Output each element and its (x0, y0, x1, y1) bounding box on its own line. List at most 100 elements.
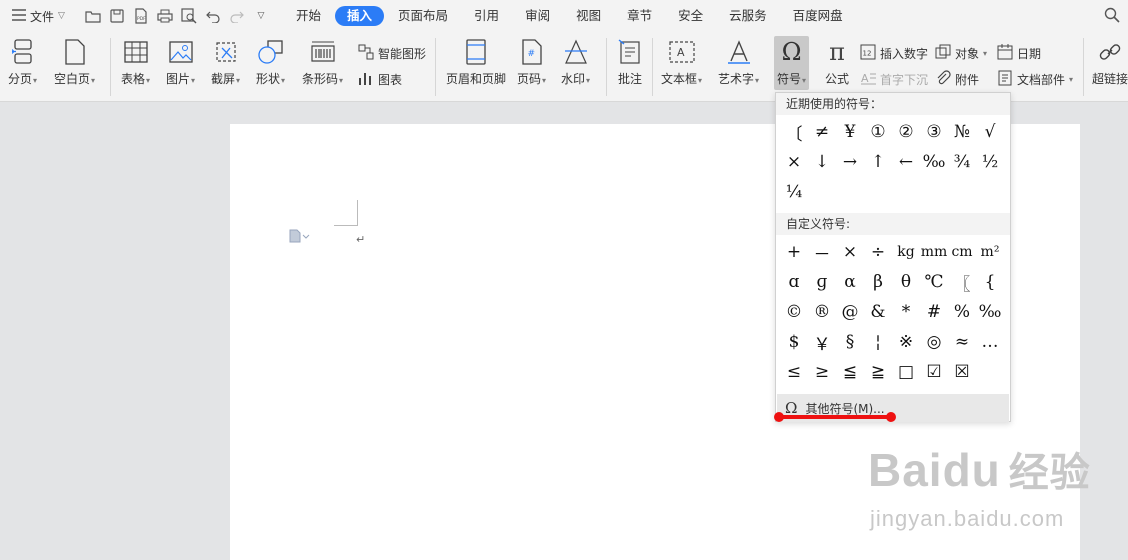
custom-symbol-cell[interactable]: $ (780, 327, 808, 357)
custom-symbol-cell[interactable]: © (780, 297, 808, 327)
custom-symbol-cell[interactable]: ≤ (780, 357, 808, 387)
custom-symbol-cell[interactable]: ¦ (864, 327, 892, 357)
hyperlink-button[interactable]: 超链接 (1092, 38, 1128, 87)
tab-page-layout[interactable]: 页面布局 (386, 6, 460, 26)
custom-symbol-cell[interactable]: * (892, 297, 920, 327)
custom-symbol-cell[interactable]: □ (892, 357, 920, 387)
formula-button[interactable]: π 公式 (823, 38, 851, 87)
tab-review[interactable]: 审阅 (513, 6, 562, 26)
custom-symbol-cell[interactable]: mm (920, 237, 948, 267)
export-pdf-icon[interactable]: PDF (132, 7, 150, 25)
recent-symbol-cell[interactable]: ③ (920, 117, 948, 147)
custom-symbol-cell[interactable]: β (864, 267, 892, 297)
recent-symbol-cell[interactable]: ≠ (808, 117, 836, 147)
custom-symbol-cell[interactable]: ℃ (920, 267, 948, 297)
barcode-button[interactable]: 条形码▾ (302, 38, 343, 87)
custom-symbol-cell[interactable]: － (808, 237, 836, 267)
paragraph-layout-icon[interactable] (288, 229, 310, 246)
tab-home[interactable]: 开始 (284, 6, 333, 26)
tab-section[interactable]: 章节 (615, 6, 664, 26)
custom-symbol-cell[interactable]: ￥ (808, 327, 836, 357)
header-footer-button[interactable]: 页眉和页脚 (446, 38, 506, 87)
drop-cap-button[interactable]: A 首字下沉 (860, 70, 928, 89)
custom-symbol-cell[interactable]: α (836, 267, 864, 297)
custom-symbol-cell[interactable]: @ (836, 297, 864, 327)
tab-references[interactable]: 引用 (462, 6, 511, 26)
search-icon[interactable] (1104, 7, 1122, 25)
picture-button[interactable]: 图片▾ (166, 38, 195, 87)
recent-symbol-cell[interactable]: ‰ (920, 147, 948, 177)
tab-view[interactable]: 视图 (564, 6, 613, 26)
object-button[interactable]: 对象 ▾ (935, 44, 987, 63)
watermark-button[interactable]: 水印▾ (561, 38, 590, 87)
undo-icon[interactable] (204, 7, 222, 25)
recent-symbol-cell[interactable]: √ (976, 117, 1004, 147)
custom-symbol-cell[interactable]: ɡ (808, 267, 836, 297)
custom-symbol-cell[interactable]: 〖 (948, 267, 976, 297)
custom-symbol-cell[interactable]: ☒ (948, 357, 976, 387)
recent-symbol-cell[interactable]: × (780, 147, 808, 177)
smart-art-button[interactable]: 智能图形 (358, 44, 426, 63)
custom-symbol-cell[interactable]: m² (976, 237, 1004, 267)
custom-symbol-cell[interactable]: cm (948, 237, 976, 267)
custom-symbol-cell[interactable]: ɑ (780, 267, 808, 297)
recent-symbol-cell[interactable]: ¼ (780, 177, 808, 207)
recent-symbol-cell[interactable]: 〔 (780, 117, 808, 147)
symbol-button[interactable]: Ω 符号▾ (774, 36, 810, 90)
recent-symbol-cell[interactable]: ↓ (808, 147, 836, 177)
recent-symbol-cell[interactable]: № (948, 117, 976, 147)
page-number-button[interactable]: # 页码▾ (517, 38, 546, 87)
recent-symbol-cell[interactable]: ½ (976, 147, 1004, 177)
page-break-button[interactable]: 分页▾ (8, 38, 37, 87)
custom-symbol-cell[interactable]: ≧ (864, 357, 892, 387)
recent-symbol-cell[interactable]: → (836, 147, 864, 177)
table-button[interactable]: 表格▾ (121, 38, 150, 87)
recent-symbol-cell[interactable]: ¾ (948, 147, 976, 177)
custom-symbol-cell[interactable]: ☑ (920, 357, 948, 387)
custom-symbol-cell[interactable]: # (920, 297, 948, 327)
custom-symbol-cell[interactable]: ※ (892, 327, 920, 357)
recent-symbol-cell[interactable]: ← (892, 147, 920, 177)
custom-symbol-cell[interactable]: … (976, 327, 1004, 357)
print-preview-icon[interactable] (180, 7, 198, 25)
redo-icon[interactable] (228, 7, 246, 25)
recent-symbol-cell[interactable]: ¥ (836, 117, 864, 147)
tab-baidu-netdisk[interactable]: 百度网盘 (781, 6, 855, 26)
file-menu[interactable]: 文件 ▽ (0, 8, 84, 25)
tab-cloud-service[interactable]: 云服务 (717, 6, 779, 26)
date-button[interactable]: 日期 (997, 44, 1041, 63)
custom-symbol-cell[interactable]: § (836, 327, 864, 357)
comment-button[interactable]: 批注 (616, 38, 644, 87)
insert-number-button[interactable]: 12 插入数字 (860, 44, 928, 63)
recent-symbol-cell[interactable]: ① (864, 117, 892, 147)
blank-page-button[interactable]: 空白页▾ (54, 38, 95, 87)
custom-symbol-cell[interactable]: ® (808, 297, 836, 327)
custom-symbol-cell[interactable]: { (976, 267, 1004, 297)
custom-symbol-cell[interactable]: ‰ (976, 297, 1004, 327)
custom-symbol-cell[interactable]: + (780, 237, 808, 267)
print-icon[interactable] (156, 7, 174, 25)
custom-symbol-cell[interactable]: ◎ (920, 327, 948, 357)
custom-symbol-cell[interactable]: ≈ (948, 327, 976, 357)
custom-symbol-cell[interactable]: & (864, 297, 892, 327)
custom-symbol-cell[interactable]: θ (892, 267, 920, 297)
chart-button[interactable]: 图表 (358, 70, 402, 89)
customize-toolbar-icon[interactable]: ▽ (252, 7, 270, 25)
shapes-button[interactable]: 形状▾ (256, 38, 285, 87)
screenshot-button[interactable]: 截屏▾ (211, 38, 240, 87)
doc-parts-button[interactable]: 文档部件 ▾ (997, 70, 1073, 89)
custom-symbol-cell[interactable]: × (836, 237, 864, 267)
wordart-button[interactable]: 艺术字▾ (718, 38, 759, 87)
save-icon[interactable] (108, 7, 126, 25)
custom-symbol-cell[interactable]: % (948, 297, 976, 327)
recent-symbol-cell[interactable]: ② (892, 117, 920, 147)
recent-symbol-cell[interactable]: ↑ (864, 147, 892, 177)
custom-symbol-cell[interactable]: ≦ (836, 357, 864, 387)
open-folder-icon[interactable] (84, 7, 102, 25)
custom-symbol-cell[interactable]: kg (892, 237, 920, 267)
custom-symbol-cell[interactable]: ≥ (808, 357, 836, 387)
tab-insert[interactable]: 插入 (335, 6, 385, 26)
textbox-button[interactable]: A 文本框▾ (661, 38, 702, 87)
attachment-button[interactable]: 附件 (935, 70, 979, 89)
custom-symbol-cell[interactable]: ÷ (864, 237, 892, 267)
